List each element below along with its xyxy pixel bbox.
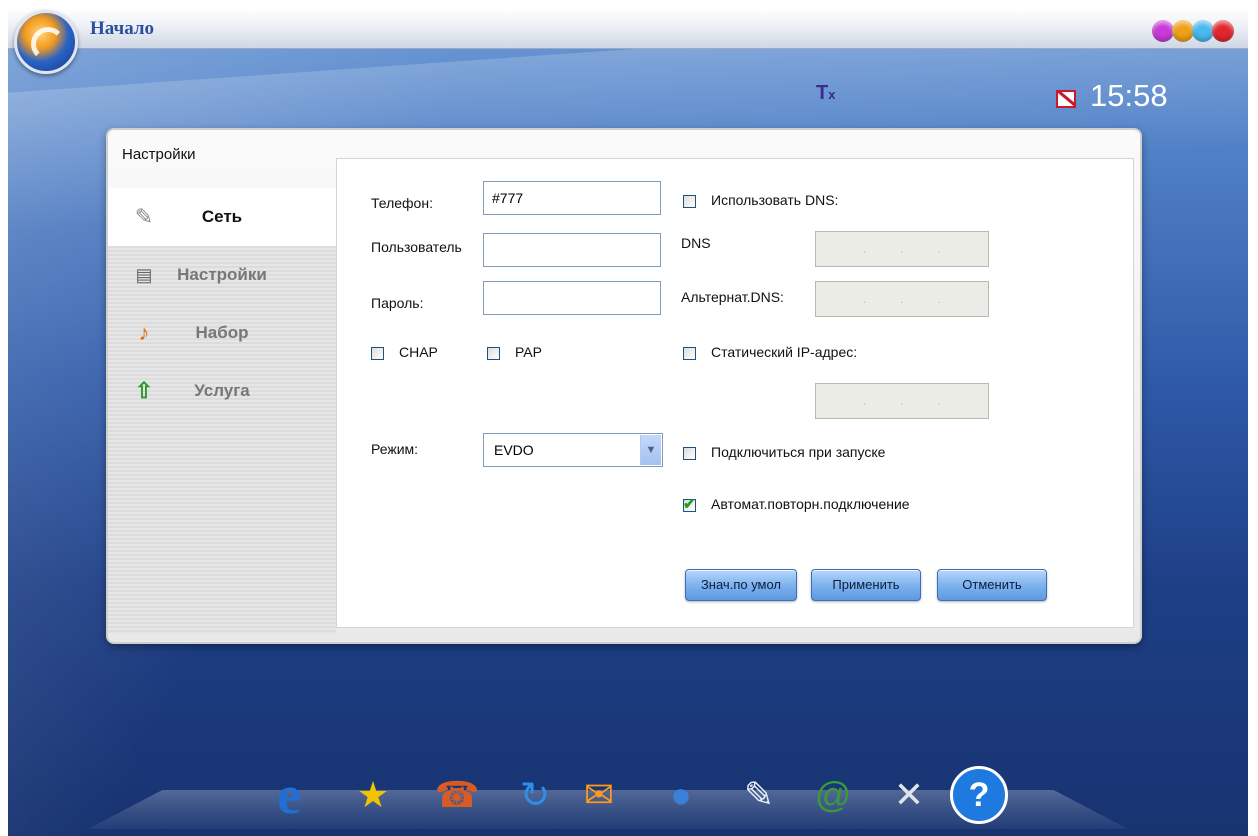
email-book-icon[interactable]: @ (802, 762, 864, 828)
app-logo-icon[interactable] (14, 10, 78, 74)
connect-on-start-checkbox[interactable] (683, 447, 696, 460)
network-settings-form: Телефон: #777 Пользователь Пароль: CHAP … (336, 158, 1134, 628)
title-bar: Начало (8, 8, 1248, 49)
window-title: Начало (90, 18, 155, 39)
mode-label: Режим: (371, 441, 419, 457)
connect-on-start-label: Подключиться при запуске (711, 444, 886, 460)
tools-icon[interactable]: ✕ (878, 762, 940, 828)
ip-dot: . (862, 292, 867, 306)
password-label: Пароль: (371, 295, 424, 311)
maximize-window-button[interactable] (1192, 20, 1214, 42)
static-ip-field[interactable]: ... (815, 383, 989, 419)
static-ip-label: Статический IP-адрес: (711, 344, 858, 360)
ie-icon[interactable]: e (258, 762, 320, 828)
phone-input[interactable]: #777 (483, 181, 661, 215)
sidebar-item-network[interactable]: ✎ Сеть (108, 188, 336, 246)
use-dns-label: Использовать DNS: (711, 192, 839, 208)
phone-label: Телефон: (371, 195, 433, 211)
ip-dot: . (937, 292, 941, 306)
help-icon[interactable]: ? (948, 762, 1010, 828)
alt-dns-ip-field[interactable]: ... (815, 281, 989, 317)
mode-select[interactable]: EVDO ▼ (483, 433, 663, 467)
ip-dot: . (862, 394, 867, 408)
help-circle: ? (950, 766, 1008, 824)
pap-label: PAP (515, 344, 542, 360)
battery-status-icon (1056, 90, 1076, 108)
notepad-icon[interactable]: ✎ (728, 762, 790, 828)
chap-label: CHAP (399, 344, 438, 360)
auto-reconnect-checkbox[interactable] (683, 495, 696, 513)
cancel-button[interactable]: Отменить (937, 569, 1047, 601)
dns-label: DNS (681, 235, 711, 251)
panel-title: Настройки (122, 146, 196, 163)
alt-dns-label: Альтернат.DNS: (681, 289, 784, 305)
desktop: Начало Tx 15:58 Настройки ✎ Сеть ▤ Настр… (8, 8, 1248, 836)
dock: e ★ ☎ ↻ ✉ ● ✎ @ ✕ ? (138, 762, 1138, 836)
user-input[interactable] (483, 233, 661, 267)
auto-reconnect-label: Автомат.повторн.подключение (711, 496, 910, 512)
ip-dot: . (900, 292, 904, 306)
use-dns-checkbox[interactable] (683, 195, 696, 208)
settings-panel: Настройки ✎ Сеть ▤ Настройки ♪ Набор ⇧ У… (106, 128, 1142, 644)
sync-icon[interactable]: ↻ (504, 762, 566, 828)
globe-icon[interactable]: ● (650, 762, 712, 828)
ip-dot: . (937, 242, 941, 256)
apply-button[interactable]: Применить (811, 569, 921, 601)
sidebar-item-service[interactable]: ⇧ Услуга (108, 362, 336, 420)
sidebar-item-label: Набор (195, 323, 249, 342)
settings-sidebar: ✎ Сеть ▤ Настройки ♪ Набор ⇧ Услуга (108, 188, 336, 634)
favorites-icon[interactable]: ★ (342, 762, 404, 828)
purple-window-button[interactable] (1152, 20, 1174, 42)
user-label: Пользователь (371, 239, 462, 255)
ip-dot: . (900, 394, 904, 408)
sidebar-item-dial[interactable]: ♪ Набор (108, 304, 336, 362)
pap-checkbox[interactable] (487, 347, 500, 360)
sidebar-item-settings[interactable]: ▤ Настройки (108, 246, 336, 304)
close-window-button[interactable] (1212, 20, 1234, 42)
mode-select-value: EVDO (494, 442, 534, 458)
clock: 15:58 (1090, 78, 1168, 113)
password-input[interactable] (483, 281, 661, 315)
chap-checkbox[interactable] (371, 347, 384, 360)
no-signal-icon: Tx (816, 82, 836, 104)
dns-ip-field[interactable]: ... (815, 231, 989, 267)
sidebar-item-label: Сеть (201, 207, 243, 226)
mailbox-icon[interactable]: ✉ (568, 762, 630, 828)
signal-glyph: T (816, 82, 829, 104)
ip-dot: . (900, 242, 904, 256)
sidebar-item-label: Настройки (177, 265, 267, 284)
minimize-window-button[interactable] (1172, 20, 1194, 42)
ip-dot: . (862, 242, 867, 256)
sidebar-item-label: Услуга (194, 381, 250, 400)
defaults-button[interactable]: Знач.по умол (685, 569, 797, 601)
chevron-down-icon[interactable]: ▼ (640, 435, 661, 465)
phone-icon[interactable]: ☎ (426, 762, 488, 828)
ip-dot: . (937, 394, 941, 408)
window-controls (1152, 20, 1234, 42)
static-ip-checkbox[interactable] (683, 347, 696, 360)
